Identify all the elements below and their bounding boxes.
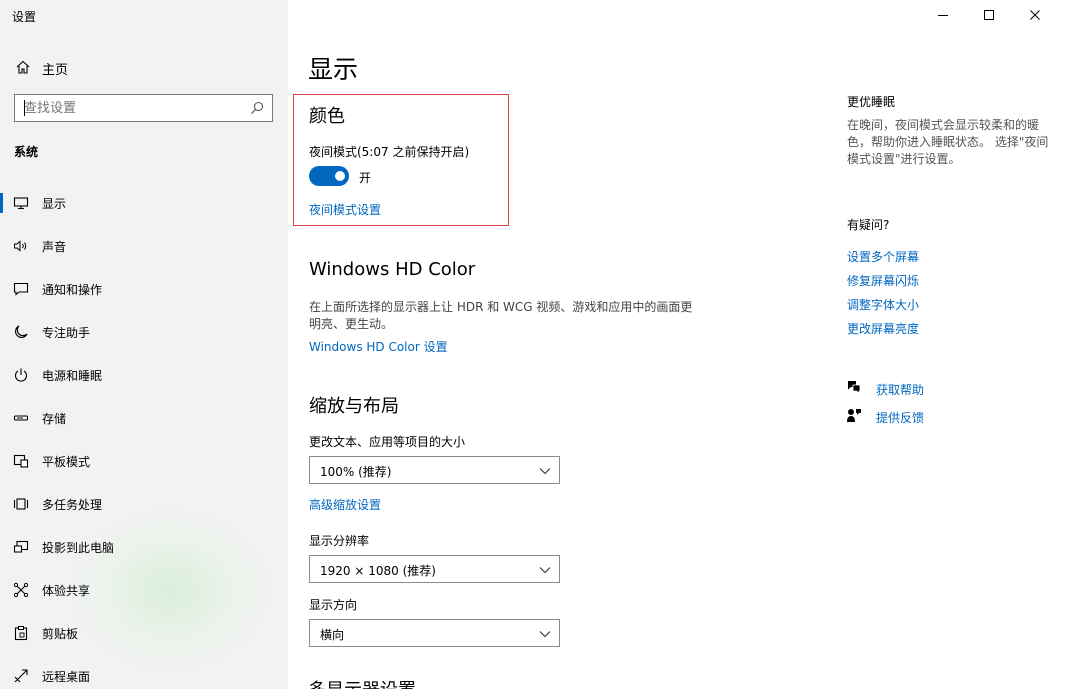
search-input[interactable] <box>15 95 243 121</box>
sidebar-item-project[interactable]: 投影到此电脑 <box>0 525 288 568</box>
remote-icon <box>14 669 28 683</box>
section-heading-system: 系统 <box>14 145 39 159</box>
better-sleep-description: 在晚间，夜间模式会显示较柔和的暖 色，帮助你进入睡眠状态。 选择"夜间 模式设置… <box>847 117 1067 168</box>
speaker-icon <box>14 240 27 252</box>
feedback-icon <box>847 409 861 422</box>
close-button[interactable] <box>1012 0 1058 32</box>
tablet-icon <box>13 454 29 468</box>
sidebar-item-label: 专注助手 <box>42 326 91 340</box>
hd-color-description-line: 在上面所选择的显示器上让 HDR 和 WCG 视频、游戏和应用中的画面更 <box>309 300 693 314</box>
night-light-toggle[interactable] <box>309 166 349 186</box>
sidebar-item-label: 多任务处理 <box>42 498 103 512</box>
active-indicator <box>0 193 3 213</box>
notification-icon <box>13 282 29 296</box>
text-caret <box>24 100 25 116</box>
text-size-label: 更改文本、应用等项目的大小 <box>309 435 466 449</box>
fix-screen-flicker-link[interactable]: 修复屏幕闪烁 <box>847 272 919 289</box>
dropdown-value: 横向 <box>320 628 345 642</box>
sidebar-item-sound[interactable]: 声音 <box>0 224 288 267</box>
better-sleep-line: 模式设置"进行设置。 <box>847 152 961 166</box>
scale-layout-heading: 缩放与布局 <box>309 396 399 417</box>
sidebar-item-label: 平板模式 <box>42 455 91 469</box>
better-sleep-line: 色，帮助你进入睡眠状态。 选择"夜间 <box>847 135 1049 149</box>
sidebar-item-label: 声音 <box>42 240 67 254</box>
sidebar-item-shared-experiences[interactable]: 体验共享 <box>0 568 288 611</box>
project-icon <box>13 540 29 553</box>
questions-heading: 有疑问? <box>847 218 890 232</box>
help-chat-icon <box>848 381 861 395</box>
hd-color-description: 在上面所选择的显示器上让 HDR 和 WCG 视频、游戏和应用中的画面更 明亮、… <box>309 299 729 333</box>
chevron-down-icon <box>539 468 551 475</box>
search-icon[interactable] <box>250 101 264 115</box>
toggle-state-label: 开 <box>359 171 372 185</box>
advanced-scaling-link[interactable]: 高级缩放设置 <box>309 496 381 513</box>
resolution-label: 显示分辨率 <box>309 534 370 548</box>
orientation-label: 显示方向 <box>309 598 358 612</box>
storage-icon <box>13 415 29 421</box>
monitor-icon <box>13 197 29 210</box>
feedback-link[interactable]: 提供反馈 <box>876 409 924 426</box>
color-heading: 颜色 <box>309 106 345 127</box>
sidebar-item-notifications[interactable]: 通知和操作 <box>0 267 288 310</box>
power-icon <box>14 368 28 382</box>
multitask-icon <box>13 498 29 510</box>
chevron-down-icon <box>539 567 551 574</box>
sidebar-item-focus-assist[interactable]: 专注助手 <box>0 310 288 353</box>
sidebar-item-power-sleep[interactable]: 电源和睡眠 <box>0 353 288 396</box>
scale-dropdown[interactable]: 100% (推荐) <box>309 456 560 484</box>
maximize-icon <box>984 10 994 20</box>
home-label: 主页 <box>42 63 69 78</box>
chevron-down-icon <box>539 631 551 638</box>
hd-color-description-line: 明亮、更生动。 <box>309 317 394 331</box>
moon-icon <box>15 325 28 338</box>
dropdown-value: 1920 × 1080 (推荐) <box>320 564 436 578</box>
sidebar-nav: 显示 声音 通知和操作 专注助手 电源和睡眠 存储 平板模式 多任务处理 投影到… <box>0 181 288 689</box>
main-content: 显示 颜色 夜间模式(5:07 之前保持开启) 开 夜间模式设置 Windows… <box>288 0 1080 689</box>
hd-color-heading: Windows HD Color <box>309 259 476 280</box>
orientation-dropdown[interactable]: 横向 <box>309 619 560 647</box>
night-light-settings-link[interactable]: 夜间模式设置 <box>309 201 381 218</box>
sidebar-item-label: 存储 <box>42 412 67 426</box>
sidebar-item-storage[interactable]: 存储 <box>0 396 288 439</box>
share-icon <box>13 582 29 598</box>
home-nav-item[interactable]: 主页 <box>0 52 288 82</box>
sidebar-item-label: 体验共享 <box>42 584 91 598</box>
better-sleep-heading: 更优睡眠 <box>847 95 896 109</box>
sidebar-item-tablet-mode[interactable]: 平板模式 <box>0 439 288 482</box>
minimize-button[interactable] <box>920 0 966 32</box>
app-title: 设置 <box>12 10 37 24</box>
setup-multiple-displays-link[interactable]: 设置多个屏幕 <box>847 248 919 265</box>
multi-display-heading: 多显示器设置 <box>308 676 416 689</box>
page-title: 显示 <box>308 55 359 84</box>
change-brightness-link[interactable]: 更改屏幕亮度 <box>847 320 919 337</box>
window-controls <box>920 0 1080 32</box>
sidebar-item-clipboard[interactable]: 剪贴板 <box>0 611 288 654</box>
sidebar: 设置 主页 系统 显示 声音 <box>0 0 288 689</box>
better-sleep-line: 在晚间，夜间模式会显示较柔和的暖 <box>847 118 1040 132</box>
home-icon <box>16 60 30 74</box>
adjust-font-size-link[interactable]: 调整字体大小 <box>847 296 919 313</box>
resolution-dropdown[interactable]: 1920 × 1080 (推荐) <box>309 555 560 583</box>
dropdown-value: 100% (推荐) <box>320 465 392 479</box>
night-light-label: 夜间模式(5:07 之前保持开启) <box>309 145 470 159</box>
sidebar-item-label: 电源和睡眠 <box>42 369 103 383</box>
sidebar-item-display[interactable]: 显示 <box>0 181 288 224</box>
hd-color-settings-link[interactable]: Windows HD Color 设置 <box>309 338 448 355</box>
settings-search[interactable] <box>14 94 273 122</box>
sidebar-item-label: 投影到此电脑 <box>42 541 115 555</box>
sidebar-item-multitasking[interactable]: 多任务处理 <box>0 482 288 525</box>
sidebar-item-label: 剪贴板 <box>42 627 79 641</box>
get-help-link[interactable]: 获取帮助 <box>876 381 924 398</box>
toggle-knob <box>335 171 345 181</box>
maximize-button[interactable] <box>966 0 1012 32</box>
sidebar-item-label: 远程桌面 <box>42 670 91 684</box>
sidebar-item-label: 显示 <box>42 197 67 211</box>
clipboard-icon <box>14 626 28 641</box>
minimize-icon <box>938 15 948 16</box>
close-icon <box>1030 10 1040 20</box>
sidebar-item-label: 通知和操作 <box>42 283 103 297</box>
sidebar-item-remote-desktop[interactable]: 远程桌面 <box>0 654 288 689</box>
